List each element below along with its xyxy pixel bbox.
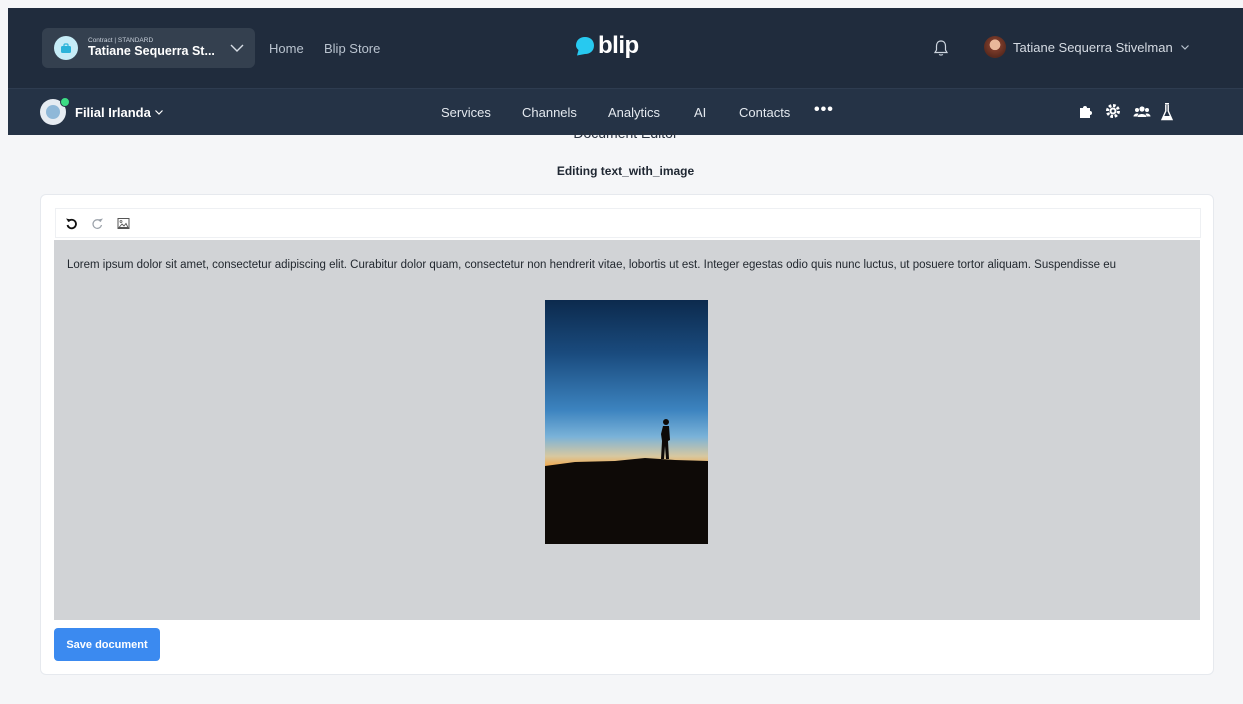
undo-icon[interactable] (60, 212, 82, 234)
nav-contacts[interactable]: Contacts (739, 105, 790, 120)
silhouette-icon (545, 419, 708, 544)
puzzle-icon[interactable] (1077, 102, 1095, 125)
briefcase-icon (54, 36, 78, 60)
chevron-down-icon (229, 40, 245, 61)
nav-analytics[interactable]: Analytics (608, 105, 660, 120)
flask-icon[interactable] (1159, 102, 1175, 127)
more-menu-icon[interactable]: ••• (814, 101, 834, 119)
nav-link-blip-store[interactable]: Blip Store (324, 41, 380, 56)
logo-bubble-icon (576, 37, 594, 56)
page-title: Document Editor (573, 131, 678, 141)
document-editor[interactable]: Lorem ipsum dolor sit amet, consectetur … (54, 240, 1200, 620)
logo-text: blip (598, 32, 639, 59)
bell-icon[interactable] (933, 39, 949, 62)
embedded-image[interactable] (545, 300, 708, 544)
avatar (984, 36, 1006, 58)
chevron-down-icon (1180, 45, 1189, 50)
user-name: Tatiane Sequerra Stivelman (1013, 39, 1173, 55)
save-document-button[interactable]: Save document (54, 628, 160, 661)
nav-ai[interactable]: AI (694, 105, 706, 120)
editor-card: Lorem ipsum dolor sit amet, consectetur … (40, 194, 1214, 675)
users-icon[interactable] (1132, 102, 1152, 125)
app-frame: Contract | STANDARD Tatiane Sequerra St.… (8, 8, 1243, 704)
image-icon[interactable] (112, 212, 134, 234)
online-status-dot (60, 97, 70, 107)
page-subtitle: Editing text_with_image (556, 164, 695, 178)
chevron-down-icon (155, 110, 164, 115)
nav-link-home[interactable]: Home (269, 41, 304, 56)
sub-nav-bar: Filial Irlanda Services Channels Analyti… (8, 88, 1243, 135)
top-bar: Contract | STANDARD Tatiane Sequerra St.… (8, 8, 1243, 88)
bot-name: Filial Irlanda (75, 105, 164, 120)
document-text[interactable]: Lorem ipsum dolor sit amet, consectetur … (67, 258, 1187, 272)
nav-services[interactable]: Services (441, 105, 491, 120)
editor-toolbar (55, 208, 1201, 238)
redo-icon[interactable] (86, 212, 108, 234)
user-menu[interactable]: Tatiane Sequerra Stivelman (984, 36, 1191, 58)
contract-selector[interactable]: Contract | STANDARD Tatiane Sequerra St.… (42, 28, 255, 68)
nav-channels[interactable]: Channels (522, 105, 577, 120)
contract-name: Tatiane Sequerra St... (88, 43, 215, 58)
gear-icon[interactable] (1104, 102, 1122, 125)
blip-logo[interactable]: blip (574, 32, 639, 60)
